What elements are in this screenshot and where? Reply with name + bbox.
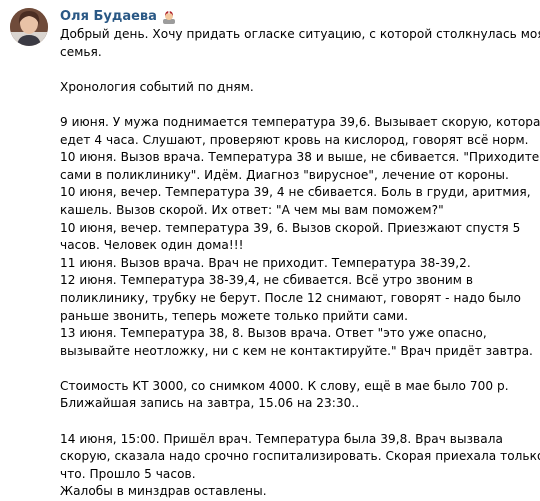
message-line: вызывайте неотложку, ни с кем не контакт…	[60, 343, 533, 358]
message-line: 14 июня, 15:00. Пришёл врач. Температура…	[60, 431, 503, 446]
avatar-photo	[10, 8, 48, 46]
message-line: 12 июня. Температура 38-39,4, не сбивает…	[60, 273, 474, 288]
woman-emoji-icon	[162, 9, 176, 24]
message-line: Хронология событий по дням.	[60, 79, 254, 94]
author-name[interactable]: Оля Будаева	[60, 9, 157, 24]
message-line: кашель. Вызов скорой. Их ответ: "А чем м…	[60, 202, 444, 217]
message-line: 10 июня, вечер. Температура 39, 4 не сби…	[60, 185, 531, 200]
message-line: 13 июня. Температура 38, 8. Вызов врача.…	[60, 326, 487, 341]
message-line: 10 июня, вечер. температура 39, 6. Вызов…	[60, 220, 521, 235]
message-line: Жалобы в минздрав оставлены.	[60, 484, 267, 499]
message-line: 9 июня. У мужа поднимается температура 3…	[60, 114, 540, 129]
message-line: раньше звонить, теперь можете только при…	[60, 308, 408, 323]
message-line: часов. Человек один дома!!!	[60, 238, 244, 253]
message-line: Добрый день. Хочу придать огласке ситуац…	[60, 27, 540, 41]
post: Оля Будаева Добрый день. Хочу придать ог…	[0, 0, 540, 498]
message-line: сами в поликлинику". Идём. Диагноз "виру…	[60, 167, 509, 182]
message-line: семья.	[60, 44, 102, 59]
post-message: Добрый день. Хочу придать огласке ситуац…	[60, 26, 540, 501]
message-line: скорую, сказала надо срочно госпитализир…	[60, 449, 540, 464]
message-line: Стоимость КТ 3000, со снимком 4000. К сл…	[60, 378, 509, 393]
message-line: поликлинику, трубку не берут. После 12 с…	[60, 290, 521, 305]
message-line: 10 июня. Вызов врача. Температура 38 и в…	[60, 150, 540, 165]
message-line: едет 4 часа. Слушают, проверяют кровь на…	[60, 132, 529, 147]
avatar[interactable]	[10, 8, 48, 46]
author-row: Оля Будаева	[60, 7, 176, 25]
message-line: 11 июня. Вызов врача. Врач не приходит. …	[60, 255, 471, 270]
message-line: Ближайшая запись на завтра, 15.06 на 23:…	[60, 396, 360, 411]
message-line: что. Прошло 5 часов.	[60, 466, 196, 481]
